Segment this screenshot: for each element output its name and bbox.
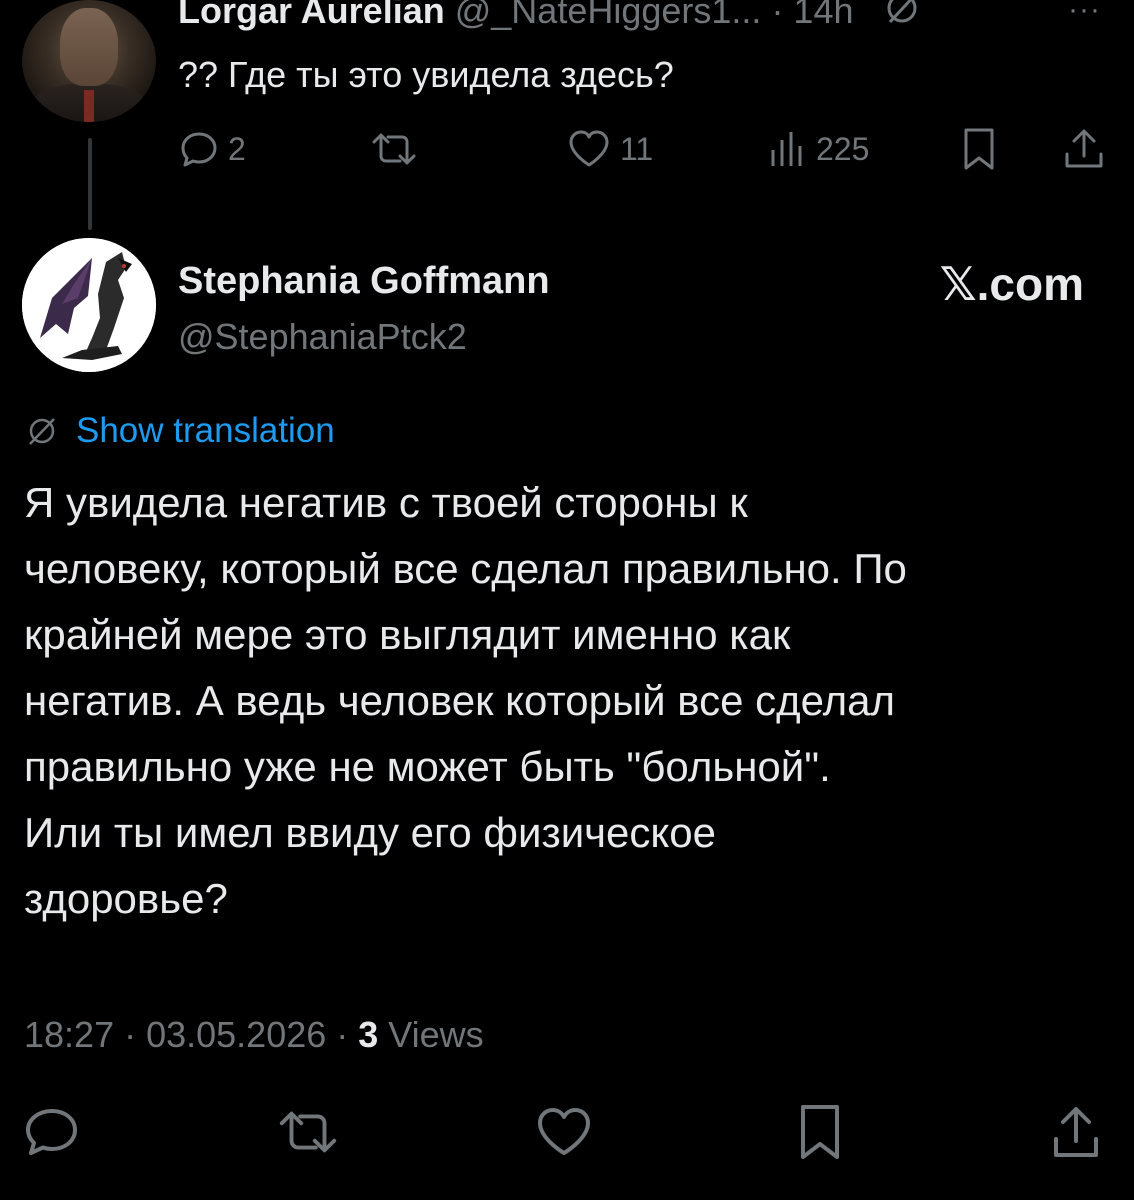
reply-icon [26,1109,77,1155]
heart-icon [569,130,609,167]
repost-icon [279,1111,337,1153]
parent-tweet-header: Lorgar Aurelian @_NateHiggers1... · 14h [178,0,922,34]
tweet-text-line: человеку, который все сделал правильно. … [24,545,907,592]
reply-count: 2 [228,130,246,167]
parent-author-name[interactable]: Lorgar Aurelian [178,0,445,31]
repost-icon [372,133,416,165]
parent-tweet-actions: 2 11 225 [178,124,1108,174]
tweet-text-line: здоровье? [24,875,228,922]
share-icon [1065,129,1103,168]
translate-icon [29,418,55,445]
like-button[interactable]: 11 [566,124,653,174]
reply-icon [181,132,217,167]
bookmark-icon [964,128,994,170]
tweet-text-line: Или ты имел ввиду его физическое [24,809,716,856]
share-icon [1054,1107,1098,1157]
tweet-timestamp[interactable]: 18:27 · 03.05.2026 · [24,1014,358,1055]
parent-author-avatar[interactable] [22,0,156,122]
x-brand-logo: 𝕏.com [939,258,1084,310]
tweet-metadata: 18:27 · 03.05.2026 · 3 Views [24,1010,484,1060]
bookmark-icon [801,1105,839,1159]
bookmark-button[interactable] [788,1100,852,1164]
share-button[interactable] [1062,124,1106,174]
tweet-text-line: правильно уже не может быть "больной". [24,743,831,790]
tweet-text-line: негатив. А ведь человек который все сдел… [24,677,895,724]
author-handle[interactable]: @StephaniaPtck2 [178,314,467,360]
share-button[interactable] [1044,1100,1108,1164]
views-label: Views [378,1014,484,1055]
tweet-text-line: крайней мере это выглядит именно как [24,611,791,658]
tweet-actions [0,1100,1134,1164]
heart-icon [538,1108,590,1155]
author-avatar[interactable] [22,238,156,372]
parent-tweet-time[interactable]: · 14h [771,0,853,31]
views-chart-icon [771,132,802,166]
repost-button[interactable] [368,124,420,174]
tweet-text: Я увидела негатив с твоей стороны к чело… [24,470,1114,932]
repost-button[interactable] [276,1100,340,1164]
tweet-text-line: Я увидела негатив с твоей стороны к [24,479,748,526]
show-translation-link[interactable]: Show translation [24,408,335,454]
views-button[interactable]: 225 [766,124,869,174]
views-count: 225 [816,130,870,167]
author-name[interactable]: Stephania Goffmann [178,258,550,304]
reply-button[interactable] [20,1100,84,1164]
view-count: 3 [358,1014,379,1055]
dragon-avatar-image [22,238,156,372]
bookmark-button[interactable] [958,124,1000,174]
show-translation-label: Show translation [76,411,335,450]
reply-button[interactable]: 2 [178,124,246,174]
more-options-icon[interactable]: ··· [1068,0,1108,25]
grok-icon[interactable] [882,0,922,39]
like-count: 11 [620,130,654,167]
like-button[interactable] [532,1100,596,1164]
parent-tweet-text: ?? Где ты это увидела здесь? [178,54,674,95]
parent-author-handle[interactable]: @_NateHiggers1... [455,0,762,31]
thread-connector-line [88,138,92,230]
